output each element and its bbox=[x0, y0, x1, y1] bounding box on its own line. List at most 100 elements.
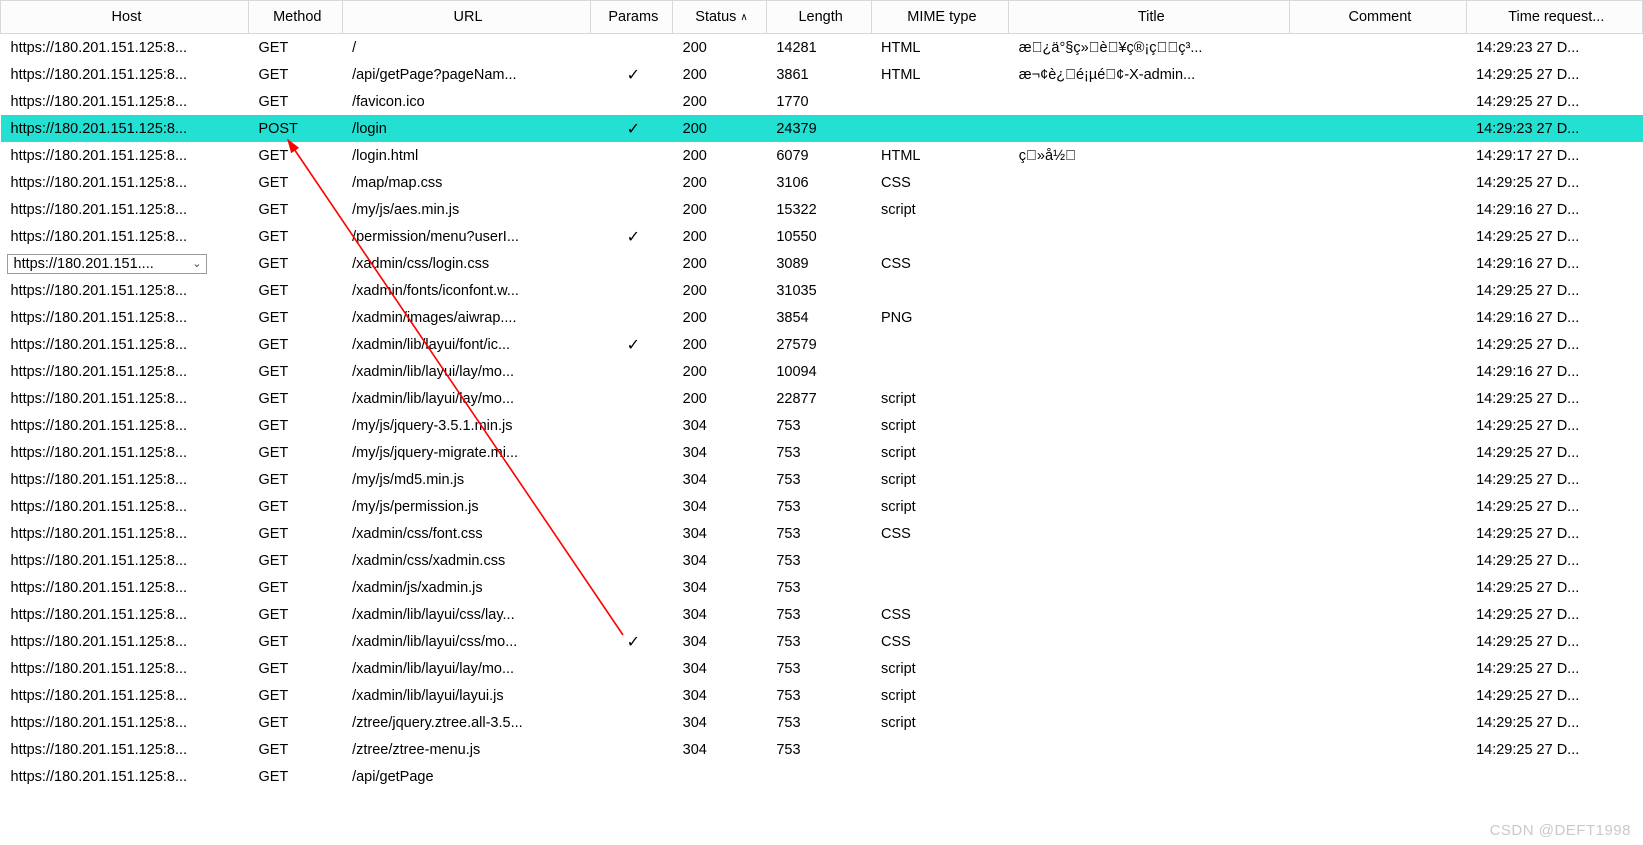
table-row[interactable]: https://180.201.151.125:8...GET/map/map.… bbox=[1, 169, 1643, 196]
table-row[interactable]: https://180.201.151.125:8...GET/ztree/zt… bbox=[1, 736, 1643, 763]
table-row[interactable]: https://180.201.151.125:8...GET/favicon.… bbox=[1, 88, 1643, 115]
cell-status: 200 bbox=[673, 169, 767, 196]
col-header-length[interactable]: Length bbox=[766, 1, 871, 34]
cell-params bbox=[590, 439, 673, 466]
cell-time: 14:29:25 27 D... bbox=[1466, 412, 1642, 439]
table-row[interactable]: https://180.201.151.125:8...GET/my/js/md… bbox=[1, 466, 1643, 493]
cell-length: 3861 bbox=[766, 61, 871, 88]
table-row[interactable]: https://180.201.151.125:8...GET/xadmin/l… bbox=[1, 655, 1643, 682]
cell-length: 31035 bbox=[766, 277, 871, 304]
cell-url: / bbox=[342, 34, 590, 62]
cell-length bbox=[766, 763, 871, 790]
cell-host: https://180.201.151.125:8... bbox=[1, 142, 249, 169]
table-row[interactable]: https://180.201.151.125:8...GET/my/js/ae… bbox=[1, 196, 1643, 223]
cell-status: 200 bbox=[673, 115, 767, 142]
cell-params bbox=[590, 547, 673, 574]
cell-mime: CSS bbox=[871, 169, 1009, 196]
cell-comment bbox=[1290, 439, 1466, 466]
table-row[interactable]: https://180.201.151.125:8...GET/api/getP… bbox=[1, 763, 1643, 790]
cell-mime: script bbox=[871, 412, 1009, 439]
cell-title bbox=[1009, 115, 1290, 142]
host-dropdown[interactable]: https://180.201.151....⌄ bbox=[7, 254, 207, 274]
cell-status: 200 bbox=[673, 142, 767, 169]
col-header-status[interactable]: Status∧ bbox=[673, 1, 767, 34]
cell-comment bbox=[1290, 763, 1466, 790]
table-row[interactable]: https://180.201.151.125:8...GET/ztree/jq… bbox=[1, 709, 1643, 736]
cell-status: 304 bbox=[673, 574, 767, 601]
cell-length: 22877 bbox=[766, 385, 871, 412]
cell-time: 14:29:23 27 D... bbox=[1466, 34, 1642, 62]
table-row[interactable]: https://180.201.151.125:8...GET/xadmin/l… bbox=[1, 385, 1643, 412]
table-row[interactable]: https://180.201.151.125:8...GET/xadmin/c… bbox=[1, 547, 1643, 574]
cell-params bbox=[590, 88, 673, 115]
col-header-title[interactable]: Title bbox=[1009, 1, 1290, 34]
table-row[interactable]: https://180.201.151.125:8...GET/my/js/jq… bbox=[1, 439, 1643, 466]
col-header-method[interactable]: Method bbox=[248, 1, 342, 34]
col-header-url[interactable]: URL bbox=[342, 1, 590, 34]
cell-method: GET bbox=[248, 628, 342, 655]
cell-host: https://180.201.151.125:8... bbox=[1, 520, 249, 547]
cell-comment bbox=[1290, 682, 1466, 709]
cell-method: GET bbox=[248, 61, 342, 88]
table-row[interactable]: https://180.201.151.125:8...GET/xadmin/i… bbox=[1, 304, 1643, 331]
cell-params bbox=[590, 169, 673, 196]
cell-params bbox=[590, 709, 673, 736]
cell-time: 14:29:25 27 D... bbox=[1466, 223, 1642, 250]
cell-comment bbox=[1290, 547, 1466, 574]
cell-url: /xadmin/lib/layui/layui.js bbox=[342, 682, 590, 709]
cell-status: 304 bbox=[673, 466, 767, 493]
cell-params bbox=[590, 196, 673, 223]
table-row[interactable]: https://180.201.151.125:8...GET/xadmin/j… bbox=[1, 574, 1643, 601]
cell-title: ç »å½  bbox=[1009, 142, 1290, 169]
cell-time: 14:29:17 27 D... bbox=[1466, 142, 1642, 169]
col-header-params[interactable]: Params bbox=[590, 1, 673, 34]
table-row[interactable]: https://180.201.151.125:8...GET/my/js/jq… bbox=[1, 412, 1643, 439]
cell-host: https://180.201.151.125:8... bbox=[1, 466, 249, 493]
cell-length: 753 bbox=[766, 601, 871, 628]
cell-comment bbox=[1290, 466, 1466, 493]
col-header-comment[interactable]: Comment bbox=[1290, 1, 1466, 34]
table-row[interactable]: https://180.201.151.125:8...GET/login.ht… bbox=[1, 142, 1643, 169]
cell-length: 3854 bbox=[766, 304, 871, 331]
cell-params bbox=[590, 412, 673, 439]
table-row[interactable]: https://180.201.151.125:8...GET/xadmin/f… bbox=[1, 277, 1643, 304]
cell-time: 14:29:25 27 D... bbox=[1466, 61, 1642, 88]
table-header-row: Host Method URL Params Status∧ Length MI… bbox=[1, 1, 1643, 34]
cell-mime: script bbox=[871, 493, 1009, 520]
cell-length: 10094 bbox=[766, 358, 871, 385]
cell-comment bbox=[1290, 628, 1466, 655]
col-header-mime[interactable]: MIME type bbox=[871, 1, 1009, 34]
table-row[interactable]: https://180.201.151.125:8...GET/xadmin/c… bbox=[1, 520, 1643, 547]
table-row[interactable]: https://180.201.151.125:8...GET/xadmin/l… bbox=[1, 628, 1643, 655]
table-row[interactable]: https://180.201.151.125:8...GET/20014281… bbox=[1, 34, 1643, 62]
table-row[interactable]: https://180.201.151.125:8...GET/api/getP… bbox=[1, 61, 1643, 88]
cell-mime: PNG bbox=[871, 304, 1009, 331]
cell-params: ✓ bbox=[590, 628, 673, 655]
col-header-host[interactable]: Host bbox=[1, 1, 249, 34]
cell-length: 753 bbox=[766, 574, 871, 601]
cell-time: 14:29:25 27 D... bbox=[1466, 709, 1642, 736]
cell-title bbox=[1009, 520, 1290, 547]
table-row[interactable]: https://180.201.151.125:8...GET/my/js/pe… bbox=[1, 493, 1643, 520]
cell-host: https://180.201.151.125:8... bbox=[1, 385, 249, 412]
cell-status: 200 bbox=[673, 331, 767, 358]
cell-method: GET bbox=[248, 412, 342, 439]
cell-params bbox=[590, 250, 673, 277]
table-row[interactable]: https://180.201.151.125:8...GET/permissi… bbox=[1, 223, 1643, 250]
cell-host: https://180.201.151.125:8... bbox=[1, 61, 249, 88]
cell-host: https://180.201.151.125:8... bbox=[1, 88, 249, 115]
cell-title bbox=[1009, 547, 1290, 574]
table-row[interactable]: https://180.201.151.125:8...GET/xadmin/l… bbox=[1, 682, 1643, 709]
cell-time: 14:29:16 27 D... bbox=[1466, 304, 1642, 331]
cell-host: https://180.201.151.125:8... bbox=[1, 331, 249, 358]
table-row[interactable]: https://180.201.151.125:8...POST/login✓2… bbox=[1, 115, 1643, 142]
cell-time: 14:29:25 27 D... bbox=[1466, 88, 1642, 115]
col-header-time[interactable]: Time request... bbox=[1466, 1, 1642, 34]
table-row[interactable]: https://180.201.151....⌄GET/xadmin/css/l… bbox=[1, 250, 1643, 277]
cell-method: GET bbox=[248, 196, 342, 223]
cell-url: /xadmin/css/font.css bbox=[342, 520, 590, 547]
table-row[interactable]: https://180.201.151.125:8...GET/xadmin/l… bbox=[1, 601, 1643, 628]
table-row[interactable]: https://180.201.151.125:8...GET/xadmin/l… bbox=[1, 358, 1643, 385]
cell-time: 14:29:25 27 D... bbox=[1466, 628, 1642, 655]
table-row[interactable]: https://180.201.151.125:8...GET/xadmin/l… bbox=[1, 331, 1643, 358]
